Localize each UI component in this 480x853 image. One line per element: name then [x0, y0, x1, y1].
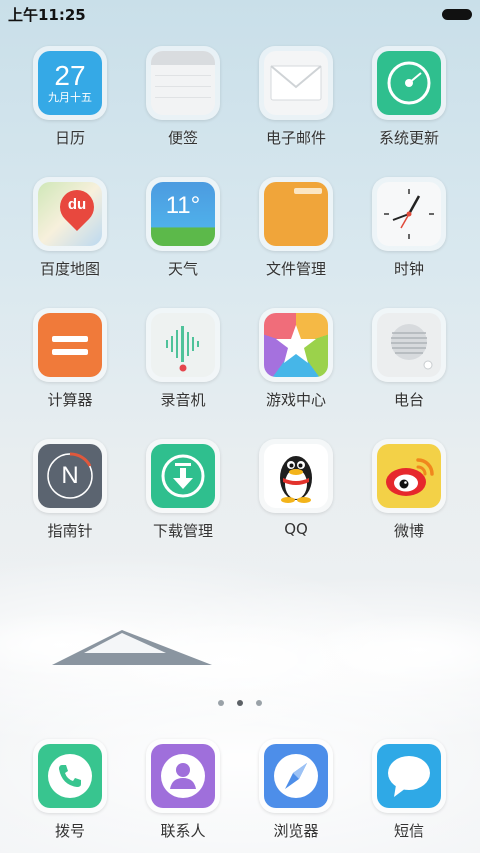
weibo-icon [372, 439, 446, 513]
app-game-center[interactable]: 游戏中心 [241, 308, 351, 410]
app-label: 系统更新 [378, 129, 439, 147]
envelope-icon [259, 46, 333, 120]
app-weather[interactable]: 11° 天气 [128, 177, 238, 279]
status-bar: 上午11:25 [0, 0, 480, 28]
app-label: 百度地图 [39, 260, 100, 278]
app-label: QQ [284, 520, 308, 538]
app-calculator[interactable]: 计算器 [15, 308, 125, 410]
recorder-icon [146, 308, 220, 382]
dock-browser[interactable]: 浏览器 [241, 739, 351, 841]
folder-icon [259, 177, 333, 251]
compass-letter: N [61, 462, 79, 489]
app-download-manager[interactable]: 下载管理 [128, 439, 238, 541]
dock-phone[interactable]: 拨号 [15, 739, 125, 841]
map-logo-text: du [67, 196, 87, 213]
calendar-day: 27 [54, 60, 86, 91]
calendar-lunar: 九月十五 [48, 91, 92, 104]
status-time: 上午11:25 [8, 5, 86, 24]
contacts-icon [146, 739, 220, 813]
app-system-update[interactable]: 系统更新 [354, 46, 464, 148]
app-label: 联系人 [160, 822, 206, 840]
app-email[interactable]: 电子邮件 [241, 46, 351, 148]
game-center-icon [259, 308, 333, 382]
app-clock[interactable]: 时钟 [354, 177, 464, 279]
calendar-icon: 27 九月十五 [33, 46, 107, 120]
weather-icon: 11° [146, 177, 220, 251]
app-label: 微博 [393, 522, 424, 540]
message-bubble-icon [372, 739, 446, 813]
app-label: 计算器 [47, 391, 93, 409]
wallpaper-mountain-snow [84, 633, 166, 653]
app-label: 天气 [167, 260, 198, 278]
phone-icon [33, 739, 107, 813]
update-icon [372, 46, 446, 120]
download-icon [146, 439, 220, 513]
app-label: 浏览器 [273, 822, 319, 840]
app-recorder[interactable]: 录音机 [128, 308, 238, 410]
app-label: 短信 [393, 822, 424, 840]
app-label: 游戏中心 [265, 391, 326, 409]
weather-temp: 11° [165, 192, 201, 219]
penguin-icon [259, 439, 333, 513]
clock-icon [372, 177, 446, 251]
notes-icon [146, 46, 220, 120]
app-label: 拨号 [54, 822, 85, 840]
radio-icon [372, 308, 446, 382]
compass-icon: N [33, 439, 107, 513]
app-label: 日历 [54, 129, 85, 147]
app-label: 便签 [167, 129, 198, 147]
page-dot[interactable] [218, 700, 224, 706]
app-label: 电子邮件 [265, 129, 326, 147]
app-label: 电台 [393, 391, 424, 409]
page-dot-active[interactable] [237, 700, 243, 706]
app-qq[interactable]: QQ [241, 439, 351, 538]
calculator-icon [33, 308, 107, 382]
app-calendar[interactable]: 27 九月十五 日历 [15, 46, 125, 148]
app-baidu-map[interactable]: du 百度地图 [15, 177, 125, 279]
dock-sms[interactable]: 短信 [354, 739, 464, 841]
compass-browser-icon [259, 739, 333, 813]
app-file-manager[interactable]: 文件管理 [241, 177, 351, 279]
app-label: 时钟 [393, 260, 424, 278]
map-icon: du [33, 177, 107, 251]
app-weibo[interactable]: 微博 [354, 439, 464, 541]
app-notes[interactable]: 便签 [128, 46, 238, 148]
dock-contacts[interactable]: 联系人 [128, 739, 238, 841]
app-label: 录音机 [160, 391, 206, 409]
app-radio[interactable]: 电台 [354, 308, 464, 410]
app-compass[interactable]: N 指南针 [15, 439, 125, 541]
page-dot[interactable] [256, 700, 262, 706]
page-indicator[interactable] [0, 700, 480, 706]
app-label: 下载管理 [152, 522, 213, 540]
app-label: 指南针 [47, 522, 93, 540]
app-label: 文件管理 [265, 260, 326, 278]
battery-icon [442, 8, 472, 20]
